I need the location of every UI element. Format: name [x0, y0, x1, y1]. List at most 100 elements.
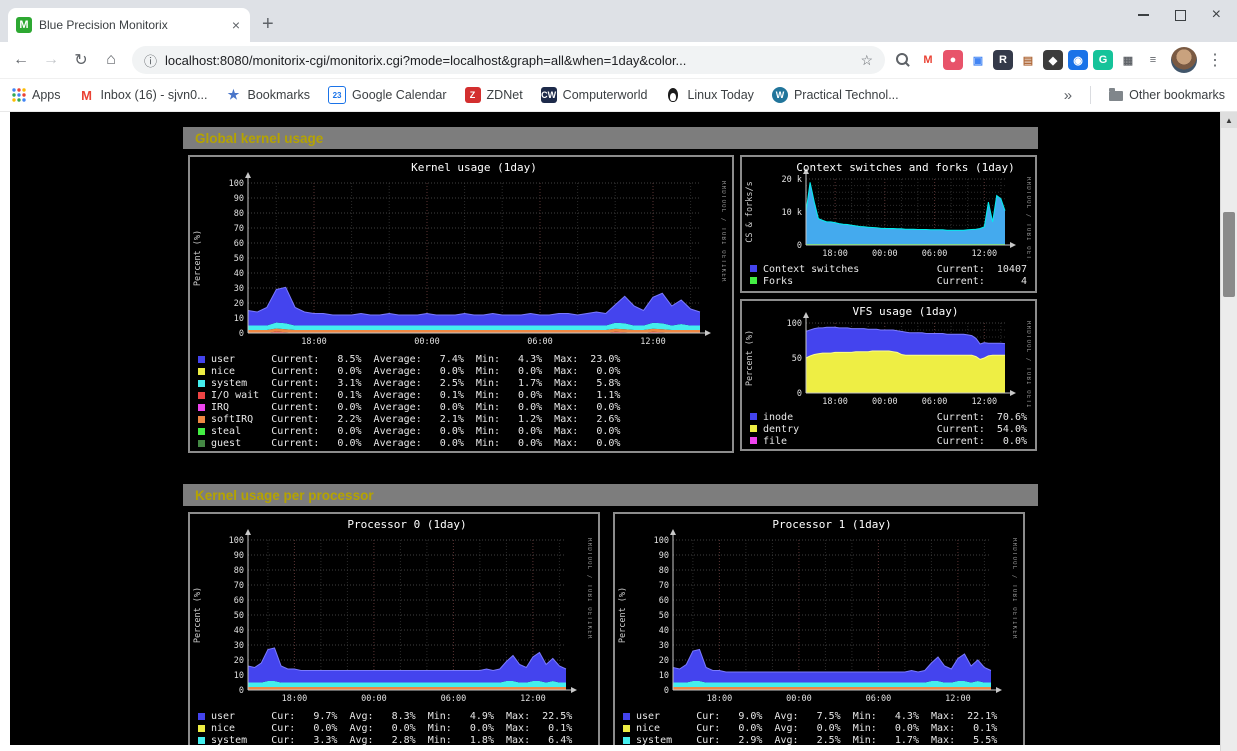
legend-row-inode: inode Current: 70.6% — [750, 411, 1027, 423]
processor-0-panel: 18:0000:0006:0012:0001020304050607080901… — [188, 512, 600, 745]
legend-text: Forks — [763, 276, 793, 287]
steal-swatch-icon — [198, 428, 205, 435]
browser-tab[interactable]: M Blue Precision Monitorix × — [8, 8, 250, 42]
user-swatch-icon — [198, 713, 205, 720]
url-bar[interactable]: ⓘ localhost:8080/monitorix-cgi/monitorix… — [132, 46, 885, 74]
shield-extension-icon[interactable]: ◆ — [1043, 50, 1063, 70]
apps-shortcut[interactable]: Apps — [12, 88, 61, 102]
share-extension-icon[interactable]: ● — [943, 50, 963, 70]
search-extension-icon[interactable] — [893, 50, 913, 70]
svg-text:50: 50 — [792, 354, 802, 364]
kernel-usage-chart[interactable]: 18:0000:0006:0012:0001020304050607080901… — [192, 159, 730, 449]
legend-text: inode — [763, 412, 793, 423]
svg-text:40: 40 — [234, 269, 244, 279]
legend-row-file: fileCurrent: 0.0% — [750, 435, 1027, 447]
svg-text:Processor 0 (1day): Processor 0 (1day) — [347, 518, 466, 531]
bookmark-item[interactable]: ★Bookmarks — [226, 87, 311, 103]
svg-text:12:00: 12:00 — [520, 694, 546, 704]
bookmark-item[interactable]: ZZDNet — [465, 87, 523, 103]
bookmark-item[interactable]: MInbox (16) - sjvn0... — [79, 87, 208, 103]
svg-text:90: 90 — [234, 194, 244, 204]
bookmark-item[interactable]: WPractical Technol... — [772, 87, 899, 103]
monitorix-favicon-icon: M — [16, 17, 32, 33]
bookmark-item[interactable]: Linux Today — [665, 88, 754, 102]
svg-text:18:00: 18:00 — [822, 249, 848, 259]
legend-text: system Cur: 2.9% Avg: 2.5% Min: 1.7% Max… — [636, 735, 997, 746]
svg-text:0: 0 — [797, 241, 802, 251]
svg-text:100: 100 — [229, 536, 244, 546]
svg-text:20 k: 20 k — [782, 175, 802, 185]
browser-menu-icon[interactable]: ⋮ — [1201, 50, 1229, 70]
gmail-extension-icon[interactable]: M — [918, 50, 938, 70]
svg-text:40: 40 — [234, 626, 244, 636]
chart-legend: user Cur: 9.0% Avg: 7.5% Min: 4.3% Max: … — [617, 708, 1021, 745]
chart-legend: inodeCurrent: 70.6%dentryCurrent: 54.0%f… — [744, 409, 1033, 447]
maximize-icon[interactable] — [1175, 10, 1186, 21]
minimize-icon[interactable] — [1138, 14, 1149, 16]
irq-swatch-icon — [198, 404, 205, 411]
folder-icon — [1109, 91, 1123, 101]
legend-row-softirq: softIRQ Current: 2.2% Average: 2.1% Min:… — [198, 413, 724, 425]
svg-text:06:00: 06:00 — [866, 694, 892, 704]
tab-close-icon[interactable]: × — [230, 18, 242, 32]
legend-row-nice: nice Cur: 0.0% Avg: 0.0% Min: 0.0% Max: … — [198, 722, 590, 734]
svg-text:20: 20 — [234, 299, 244, 309]
svg-text:18:00: 18:00 — [301, 337, 327, 347]
scrollbar-thumb[interactable] — [1223, 212, 1235, 297]
context-switches-panel: 18:0000:0006:0012:00010 k20 kContext swi… — [740, 155, 1037, 293]
svg-text:Percent (%): Percent (%) — [618, 587, 628, 643]
scroll-up-icon[interactable]: ▲ — [1221, 112, 1237, 128]
legend-row-context-switches: Context switchesCurrent: 10407 — [750, 263, 1027, 275]
i-o-wait-swatch-icon — [198, 392, 205, 399]
camera-extension-icon[interactable]: ◉ — [1068, 50, 1088, 70]
url-text[interactable]: localhost:8080/monitorix-cgi/monitorix.c… — [165, 53, 852, 68]
close-icon[interactable]: × — [1212, 8, 1221, 22]
bookmark-label: Google Calendar — [352, 88, 447, 102]
svg-text:CS & forks/s: CS & forks/s — [745, 181, 755, 242]
site-info-icon[interactable]: ⓘ — [144, 51, 157, 70]
dentry-swatch-icon — [750, 425, 757, 432]
svg-text:80: 80 — [234, 566, 244, 576]
section-header: Global kernel usage — [183, 127, 1038, 149]
svg-text:80: 80 — [234, 209, 244, 219]
bookmark-item[interactable]: CWComputerworld — [541, 87, 648, 103]
svg-text:0: 0 — [664, 686, 669, 696]
processor-0-chart[interactable]: 18:0000:0006:0012:0001020304050607080901… — [192, 516, 596, 745]
processor-1-panel: 18:0000:0006:0012:0001020304050607080901… — [613, 512, 1025, 745]
context-switches-chart[interactable]: 18:0000:0006:0012:00010 k20 kContext swi… — [744, 159, 1033, 287]
penguin-icon — [668, 88, 678, 102]
page-scrollbar[interactable]: ▲ — [1220, 112, 1237, 751]
processor-1-chart[interactable]: 18:0000:0006:0012:0001020304050607080901… — [617, 516, 1021, 745]
stack-extension-icon[interactable]: ▤ — [1018, 50, 1038, 70]
tab-list-extension-icon[interactable]: ≡ — [1143, 50, 1163, 70]
legend-row-nice: nice Cur: 0.0% Avg: 0.0% Min: 0.0% Max: … — [623, 722, 1015, 734]
legend-value: Current: 4 — [937, 276, 1027, 287]
legend-value: Current: 70.6% — [937, 412, 1027, 423]
bookmark-label: Linux Today — [687, 88, 754, 102]
legend-text: Context switches — [763, 264, 859, 275]
bookmark-label: Inbox (16) - sjvn0... — [101, 88, 208, 102]
back-icon[interactable]: ← — [8, 51, 34, 69]
dark-app-extension-icon[interactable]: R — [993, 50, 1013, 70]
softirq-swatch-icon — [198, 416, 205, 423]
svg-text:06:00: 06:00 — [922, 249, 948, 259]
system-swatch-icon — [198, 380, 205, 387]
reload-icon[interactable]: ↻ — [68, 50, 94, 70]
home-icon[interactable]: ⌂ — [98, 51, 124, 69]
svg-text:70: 70 — [234, 581, 244, 591]
bookmarks-overflow-icon[interactable]: » — [1064, 87, 1072, 104]
bookmark-item[interactable]: 23Google Calendar — [328, 86, 447, 104]
forward-icon[interactable]: → — [38, 51, 64, 69]
profile-avatar[interactable] — [1171, 47, 1197, 73]
legend-value: Current: 54.0% — [937, 424, 1027, 435]
other-bookmarks[interactable]: Other bookmarks — [1109, 88, 1225, 102]
extensions-puzzle-icon[interactable]: ▦ — [1118, 50, 1138, 70]
new-tab-button[interactable]: + — [262, 14, 274, 34]
grammarly-extension-icon[interactable]: G — [1093, 50, 1113, 70]
bookmark-star-icon[interactable]: ☆ — [860, 52, 873, 69]
vfs-usage-chart[interactable]: 18:0000:0006:0012:00050100VFS usage (1da… — [744, 303, 1033, 447]
pages-extension-icon[interactable]: ▣ — [968, 50, 988, 70]
svg-text:00:00: 00:00 — [414, 337, 440, 347]
svg-text:12:00: 12:00 — [640, 337, 666, 347]
svg-text:10: 10 — [234, 314, 244, 324]
